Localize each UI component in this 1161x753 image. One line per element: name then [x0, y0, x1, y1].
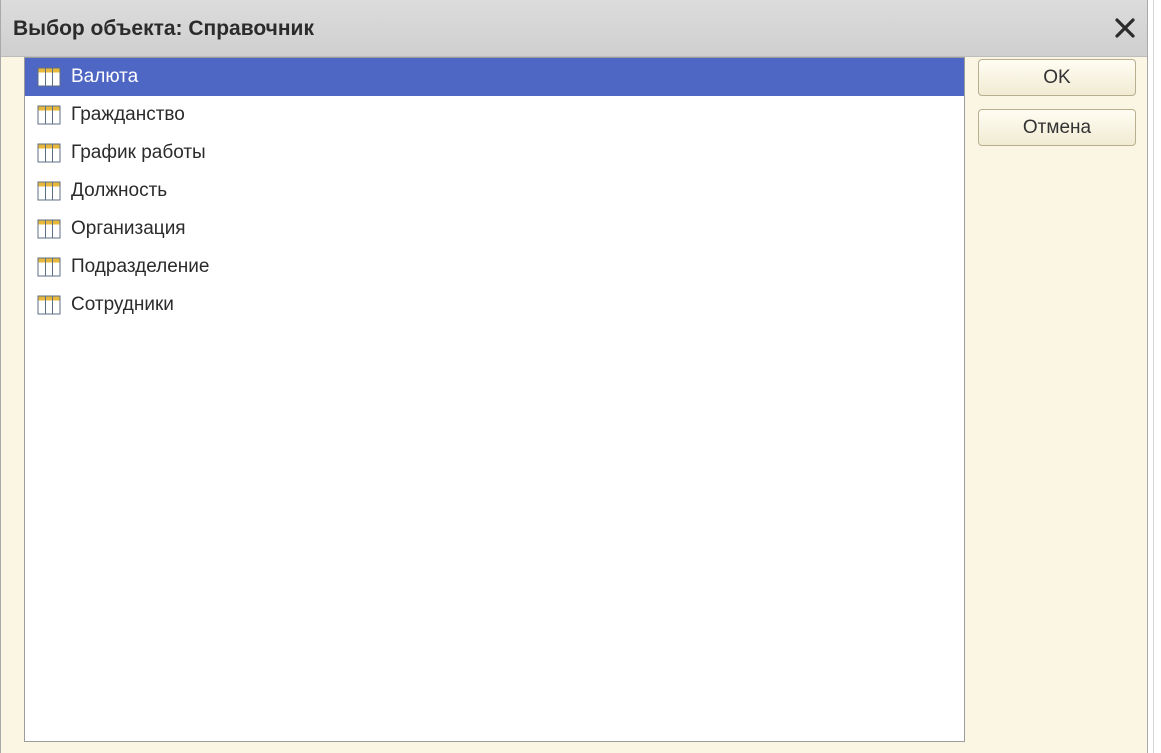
background-window-edge [1153, 0, 1154, 753]
selection-dialog: Выбор объекта: Справочник Валюта Граждан… [0, 0, 1148, 753]
catalog-table-icon [37, 143, 61, 163]
dialog-titlebar[interactable]: Выбор объекта: Справочник [1, 0, 1147, 57]
list-item[interactable]: Сотрудники [25, 286, 964, 324]
list-item-label: Подразделение [71, 256, 210, 277]
list-item-label: Валюта [71, 66, 139, 87]
catalog-table-icon [37, 105, 61, 125]
catalog-table-icon [37, 219, 61, 239]
list-item[interactable]: Подразделение [25, 248, 964, 286]
list-item[interactable]: Гражданство [25, 96, 964, 134]
list-item-label: Сотрудники [71, 294, 174, 315]
list-item[interactable]: Должность [25, 172, 964, 210]
catalog-table-icon [37, 181, 61, 201]
list-item[interactable]: График работы [25, 134, 964, 172]
list-item[interactable]: Организация [25, 210, 964, 248]
cancel-button[interactable]: Отмена [978, 109, 1136, 146]
catalog-table-icon [37, 257, 61, 277]
list-item-label: Гражданство [71, 104, 185, 125]
catalog-list[interactable]: Валюта Гражданство График работы Должнос… [24, 57, 965, 742]
close-button[interactable] [1109, 12, 1141, 44]
catalog-table-icon [37, 295, 61, 315]
list-item-label: Должность [71, 180, 168, 201]
dialog-title: Выбор объекта: Справочник [13, 17, 314, 40]
list-item[interactable]: Валюта [25, 58, 964, 96]
list-item-label: График работы [71, 142, 206, 163]
close-icon [1115, 18, 1135, 38]
list-item-label: Организация [71, 218, 186, 239]
ok-button[interactable]: OK [978, 59, 1136, 96]
catalog-table-icon [37, 67, 61, 87]
